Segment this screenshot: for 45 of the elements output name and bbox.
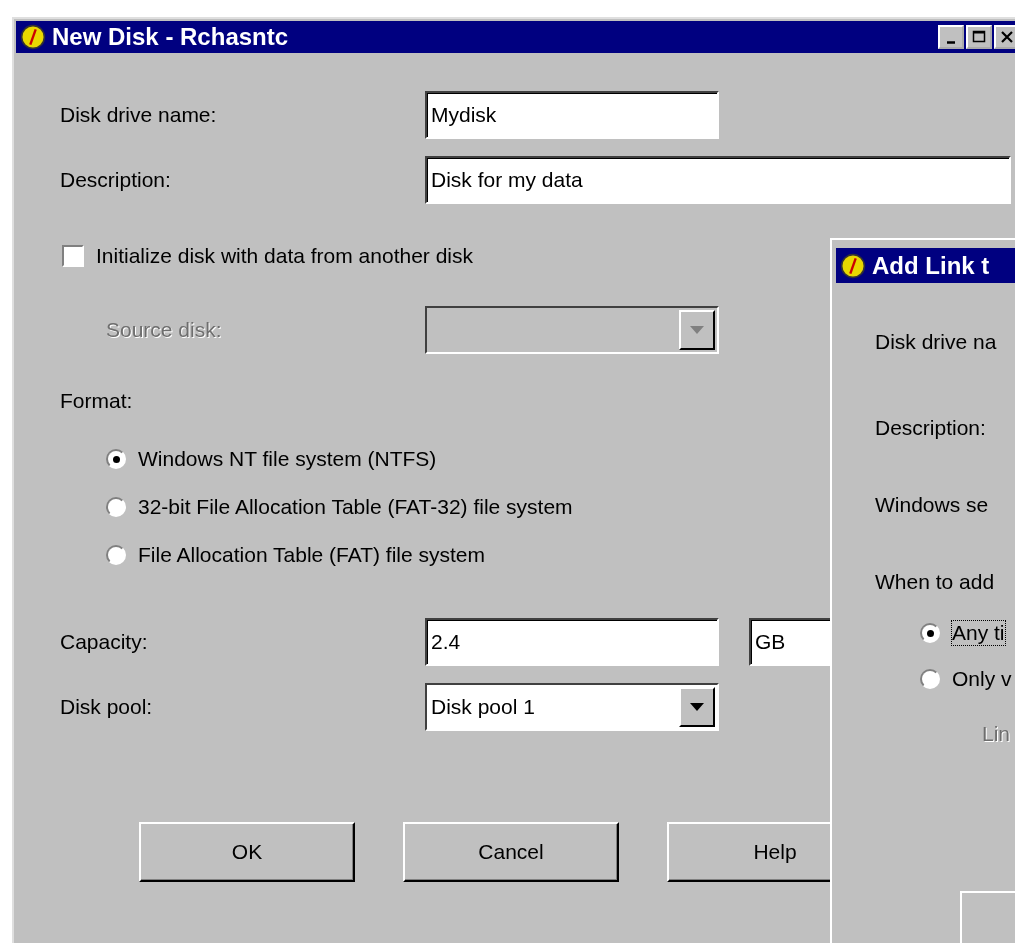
window-title: Add Link t xyxy=(872,251,990,280)
dropdown-button[interactable] xyxy=(679,687,715,727)
close-icon xyxy=(999,30,1015,44)
field-label: Disk drive name: xyxy=(60,103,218,127)
field-label: Source disk: xyxy=(105,318,223,342)
radio-button[interactable] xyxy=(920,669,940,689)
radio-label: 32-bit File Allocation Table (FAT-32) file system xyxy=(138,495,573,519)
radio-button[interactable] xyxy=(106,497,126,517)
dropdown[interactable] xyxy=(425,306,719,354)
field-label: Description: xyxy=(60,168,172,192)
field-label: When to add xyxy=(875,570,996,594)
dropdown-value: Disk pool 1 xyxy=(430,695,535,719)
text-field[interactable]: Mydisk xyxy=(425,91,719,139)
field-label: Disk drive na xyxy=(875,330,998,354)
radio-label: Any ti xyxy=(952,621,1005,645)
checkbox[interactable] xyxy=(62,245,84,267)
app-icon xyxy=(840,252,866,279)
field-label: Windows se xyxy=(875,493,990,517)
maximize-button[interactable] xyxy=(966,25,992,49)
text-field[interactable]: Disk for my data xyxy=(425,156,1011,204)
app-icon xyxy=(20,24,46,50)
dropdown[interactable]: Disk pool 1 xyxy=(425,683,719,731)
dropdown-button[interactable] xyxy=(679,310,715,350)
maximize-icon xyxy=(971,30,987,44)
radio-label: Windows NT file system (NTFS) xyxy=(138,447,437,471)
dialog-button[interactable]: OK xyxy=(139,822,355,882)
capacity-field[interactable]: 2.4 xyxy=(425,618,719,666)
close-button[interactable] xyxy=(994,25,1015,49)
radio-button[interactable] xyxy=(106,545,126,565)
field-label: Disk pool: xyxy=(60,695,154,719)
section-label: Format: xyxy=(60,389,134,413)
checkbox-label: Initialize disk with data from another disk xyxy=(96,244,473,268)
radio-button[interactable] xyxy=(920,623,940,643)
radio-label: Only v xyxy=(952,667,1012,691)
field-label: Lin xyxy=(982,722,1012,746)
field-label: Description: xyxy=(875,416,987,440)
radio-button[interactable] xyxy=(106,449,126,469)
field-label: Capacity: xyxy=(60,630,149,654)
window-title: New Disk - Rchasntc xyxy=(52,23,289,51)
minimize-button[interactable] xyxy=(938,25,964,49)
caret-icon xyxy=(690,326,704,334)
minimize-icon xyxy=(947,40,955,44)
caret-icon xyxy=(690,703,704,711)
dialog-button[interactable]: Cancel xyxy=(403,822,619,882)
radio-label: File Allocation Table (FAT) file system xyxy=(138,543,485,567)
